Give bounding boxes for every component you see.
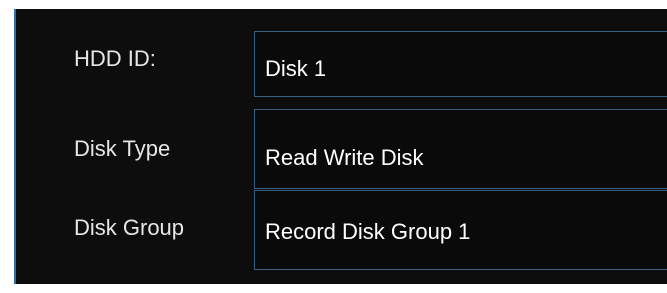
hdd-id-field[interactable]: Disk 1 xyxy=(254,31,667,97)
disk-group-label: Disk Group xyxy=(74,215,185,240)
disk-type-label: Disk Type xyxy=(74,136,171,161)
disk-type-field[interactable]: Read Write Disk xyxy=(254,109,667,189)
hdd-id-label: HDD ID: xyxy=(74,46,156,71)
disk-info-panel: HDD ID: Disk 1 Disk Type Read Write Disk… xyxy=(14,9,667,284)
hdd-id-row: HDD ID: Disk 1 xyxy=(16,31,667,97)
disk-type-row: Disk Type Read Write Disk xyxy=(16,109,667,189)
disk-group-field[interactable]: Record Disk Group 1 xyxy=(254,190,667,270)
disk-group-row: Disk Group Record Disk Group 1 xyxy=(16,190,667,270)
